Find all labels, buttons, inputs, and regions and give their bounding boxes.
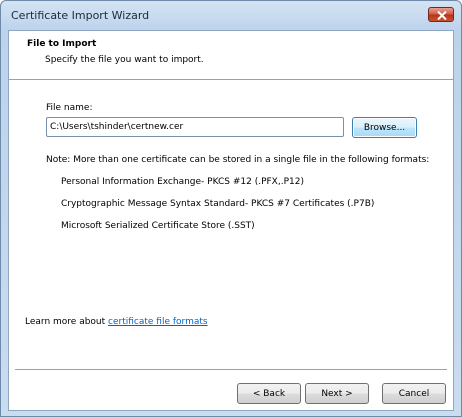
cancel-button[interactable]: Cancel	[382, 383, 446, 404]
window-title: Certificate Import Wizard	[11, 9, 150, 22]
close-button[interactable]	[428, 7, 454, 22]
file-name-input[interactable]	[46, 117, 344, 137]
format-item-sst: Microsoft Serialized Certificate Store (…	[61, 221, 255, 231]
wizard-window: Certificate Import Wizard File to Import…	[0, 0, 462, 417]
back-button[interactable]: < Back	[237, 383, 301, 404]
formats-note: Note: More than one certificate can be s…	[46, 155, 430, 165]
footer-divider	[15, 369, 447, 371]
page-subtitle: Specify the file you want to import.	[45, 55, 204, 65]
certificate-formats-link[interactable]: certificate file formats	[108, 317, 208, 327]
next-button[interactable]: Next >	[305, 383, 369, 404]
wizard-content: File to Import Specify the file you want…	[8, 30, 454, 411]
title-bar[interactable]: Certificate Import Wizard	[1, 1, 461, 31]
browse-button[interactable]: Browse...	[352, 117, 417, 138]
page-title: File to Import	[27, 39, 97, 49]
learn-more-prefix: Learn more about	[25, 317, 109, 327]
header-divider	[9, 79, 453, 81]
format-item-p7b: Cryptographic Message Syntax Standard- P…	[61, 199, 375, 209]
file-name-label: File name:	[46, 103, 93, 113]
format-item-pfx: Personal Information Exchange- PKCS #12 …	[61, 177, 304, 187]
learn-more-text: Learn more about certificate file format…	[25, 317, 208, 327]
close-icon	[437, 11, 447, 20]
